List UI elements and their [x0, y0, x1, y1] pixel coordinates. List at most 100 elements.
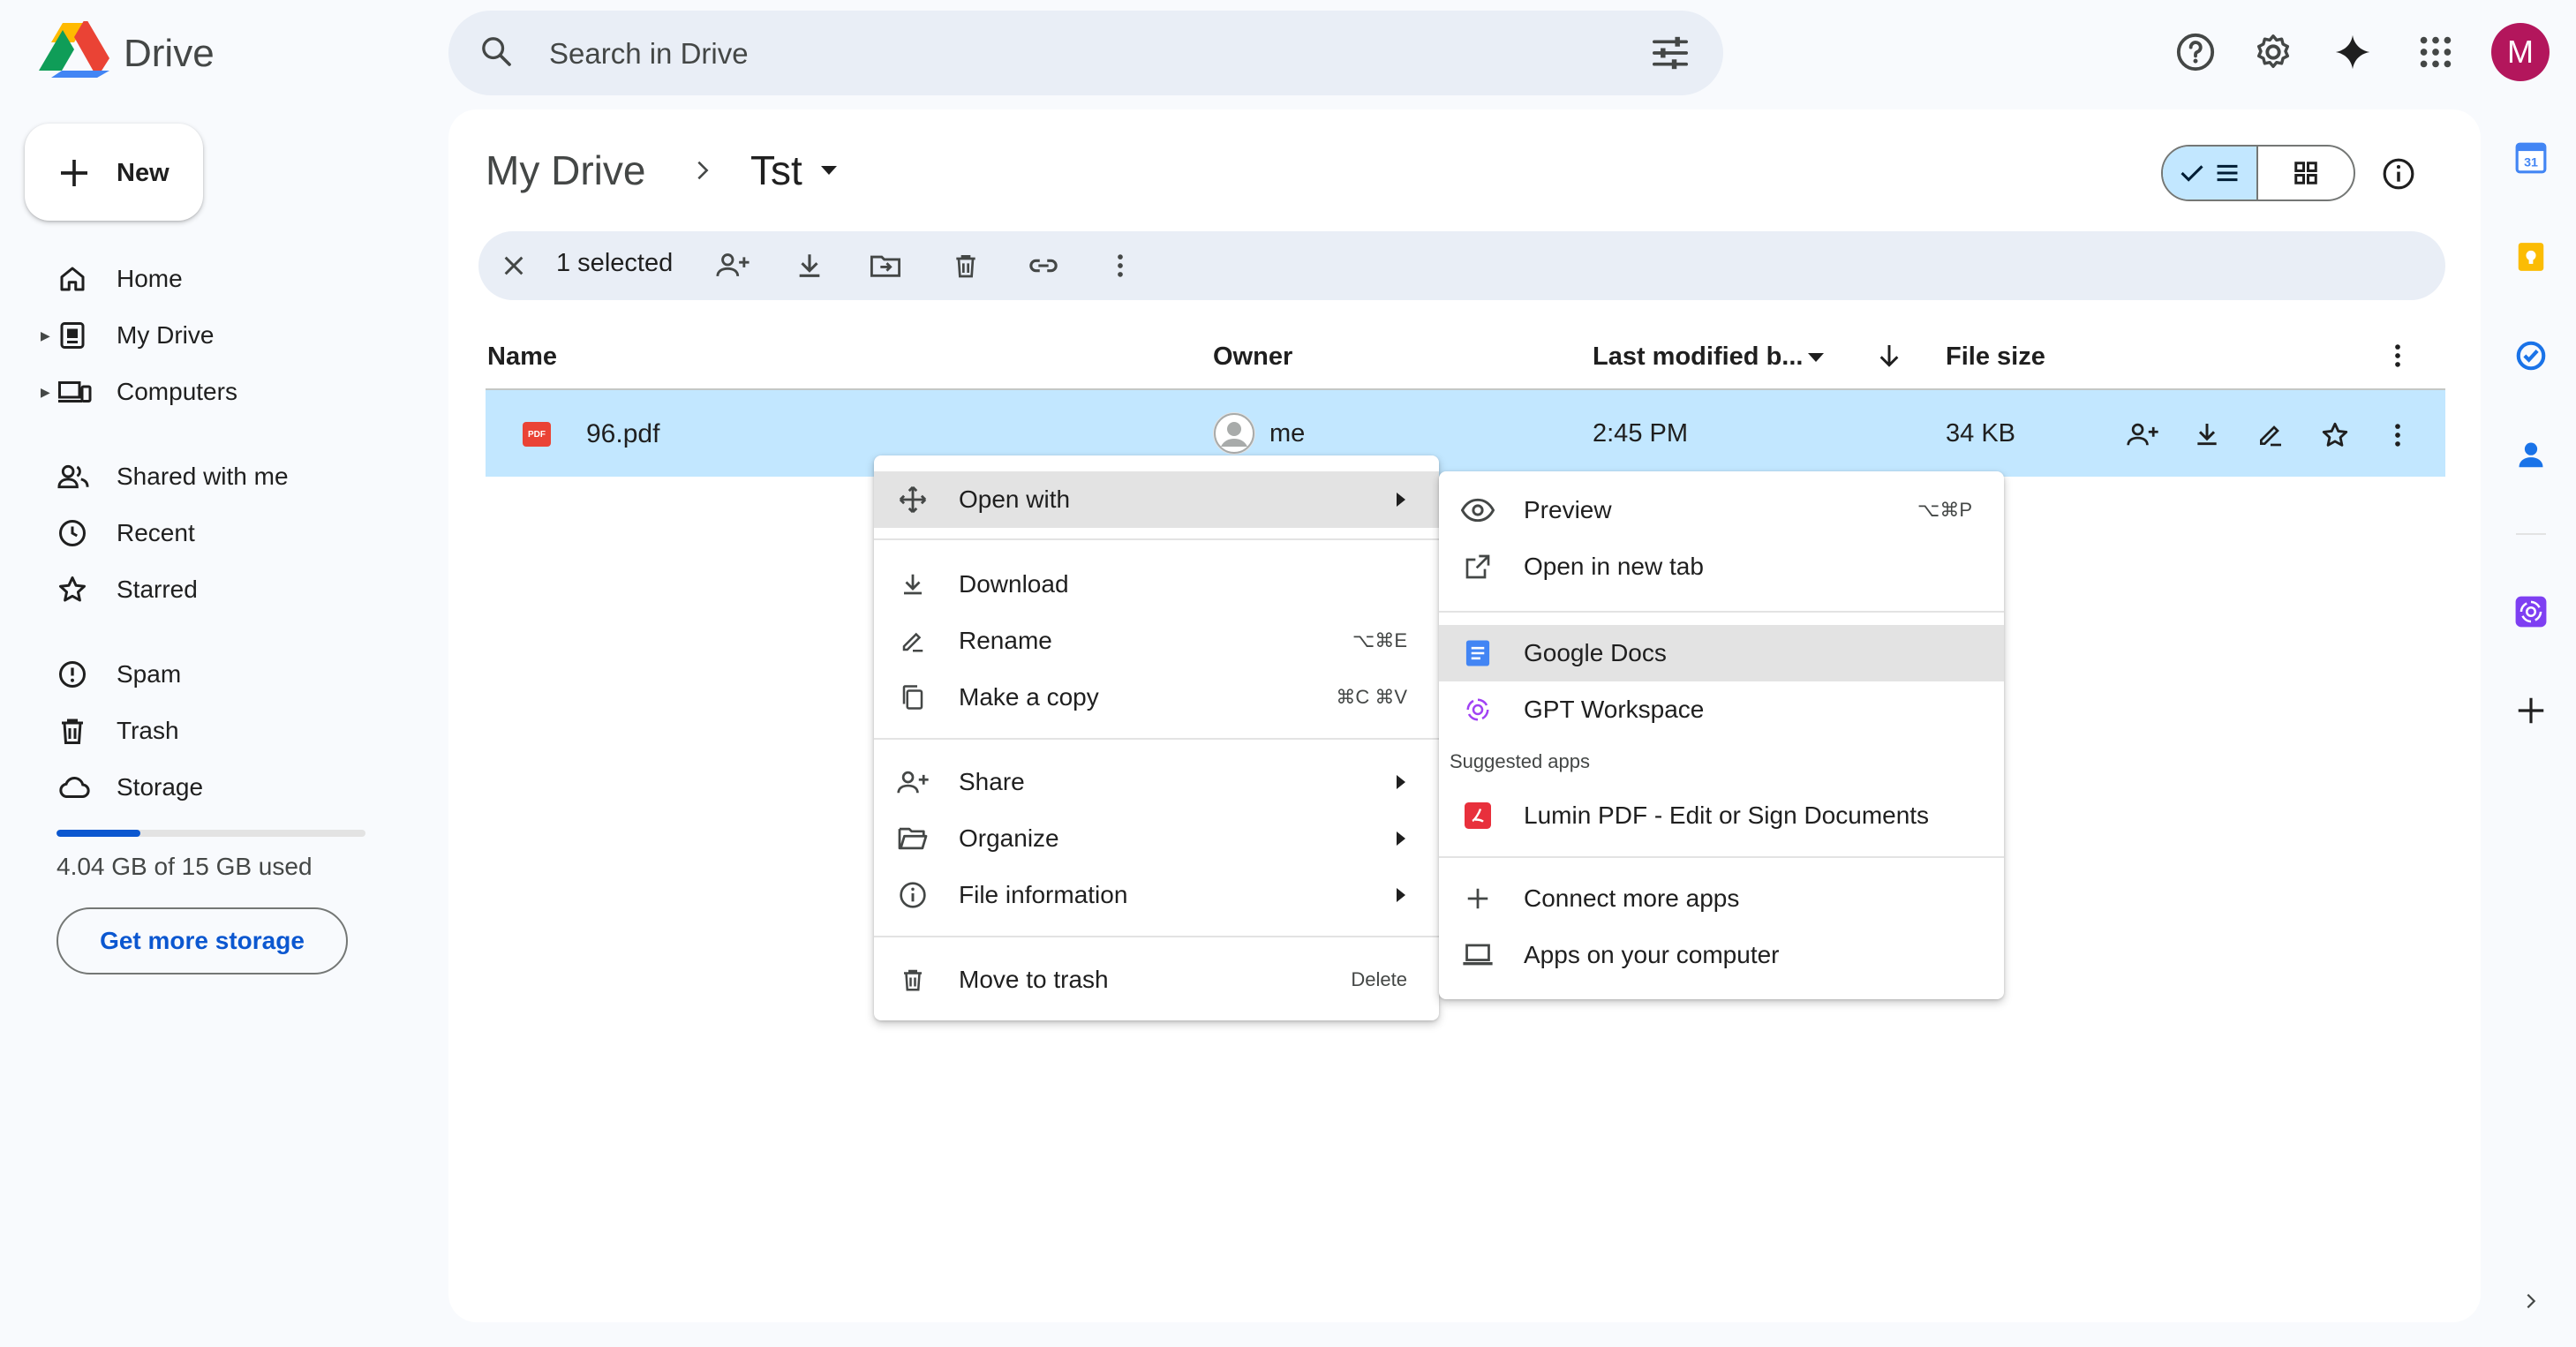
sidebar-item-my-drive[interactable]: ▶ My Drive	[26, 309, 415, 362]
menu-item-rename[interactable]: Rename ⌥⌘E	[874, 613, 1439, 669]
submenu-arrow-icon	[1397, 775, 1405, 789]
menu-item-organize[interactable]: Organize	[874, 810, 1439, 867]
sidebar-item-recent[interactable]: Recent	[26, 507, 415, 560]
gpt-workspace-icon	[1460, 692, 1495, 727]
help-icon[interactable]	[2175, 32, 2216, 72]
menu-item-label: Open in new tab	[1524, 553, 1704, 580]
list-icon	[2217, 164, 2238, 182]
share-person-icon[interactable]	[2126, 420, 2159, 448]
menu-item-label: Organize	[959, 824, 1059, 852]
apps-grid-icon[interactable]	[2415, 32, 2456, 72]
menu-item-open-new-tab[interactable]: Open in new tab	[1439, 538, 2004, 595]
menu-item-label: Preview	[1524, 496, 1612, 523]
menu-item-file-information[interactable]: File information	[874, 867, 1439, 923]
selection-toolbar	[478, 231, 2445, 300]
sort-arrow-down-icon[interactable]	[1875, 341, 1903, 371]
search-input[interactable]: Search in Drive	[549, 37, 749, 71]
gemini-icon[interactable]	[2334, 32, 2371, 72]
menu-divider	[1439, 611, 2004, 613]
menu-item-label: Move to trash	[959, 966, 1109, 993]
trash-icon[interactable]	[952, 251, 980, 281]
download-icon[interactable]	[2193, 420, 2221, 448]
menu-item-share[interactable]: Share	[874, 754, 1439, 810]
menu-item-preview[interactable]: Preview ⌥⌘P	[1439, 482, 2004, 538]
clear-selection-icon[interactable]	[500, 252, 528, 280]
gpt-addon-icon[interactable]	[2514, 595, 2548, 628]
tasks-icon[interactable]	[2514, 339, 2548, 372]
menu-item-label: Share	[959, 768, 1025, 795]
link-icon[interactable]	[1026, 251, 1061, 281]
info-icon[interactable]	[2382, 157, 2415, 191]
search-icon[interactable]	[478, 34, 514, 69]
shortcut-hint: Delete	[1351, 968, 1407, 990]
new-button[interactable]	[25, 124, 203, 221]
open-external-icon	[1460, 549, 1495, 584]
sidebar-item-starred[interactable]: Starred	[26, 563, 415, 616]
menu-divider	[1439, 856, 2004, 858]
sidebar-item-label: Starred	[117, 576, 198, 603]
storage-bar	[56, 830, 365, 837]
new-button-label: New	[117, 159, 169, 187]
calendar-icon[interactable]: 31	[2514, 141, 2548, 175]
sidebar-item-shared-with-me[interactable]: Shared with me	[26, 450, 415, 503]
plus-icon	[1460, 881, 1495, 916]
sidebar-item-spam[interactable]: Spam	[26, 648, 415, 701]
context-menu: Open with Download Rename ⌥⌘E Make a cop…	[874, 455, 1439, 1020]
menu-item-label: Lumin PDF - Edit or Sign Documents	[1524, 801, 1930, 829]
shortcut-hint: ⌥⌘E	[1352, 629, 1407, 651]
folder-open-icon	[895, 821, 930, 856]
search-options-icon[interactable]	[1651, 35, 1690, 71]
submenu-arrow-icon	[1397, 493, 1405, 507]
move-icon[interactable]	[869, 251, 902, 281]
contacts-icon[interactable]	[2514, 438, 2548, 471]
file-modified: 2:45 PM	[1593, 419, 1688, 448]
drive-logo[interactable]	[39, 21, 109, 83]
menu-item-open-with[interactable]: Open with	[874, 471, 1439, 528]
keep-icon[interactable]	[2514, 240, 2548, 274]
account-avatar[interactable]: M	[2491, 23, 2550, 81]
menu-item-make-copy[interactable]: Make a copy ⌘C ⌘V	[874, 669, 1439, 726]
column-header-modified[interactable]: Last modified b...	[1593, 342, 1803, 372]
submenu-arrow-icon	[1397, 888, 1405, 902]
column-header-owner[interactable]: Owner	[1213, 342, 1292, 372]
home-icon	[56, 263, 88, 295]
star-icon[interactable]	[2320, 420, 2350, 450]
dropdown-arrow-icon[interactable]	[1806, 351, 1826, 364]
menu-item-lumin-pdf[interactable]: Lumin PDF - Edit or Sign Documents	[1439, 787, 2004, 844]
menu-item-download[interactable]: Download	[874, 556, 1439, 613]
menu-item-apps-on-computer[interactable]: Apps on your computer	[1439, 927, 2004, 983]
dropdown-arrow-icon[interactable]	[819, 164, 839, 177]
menu-item-connect-more-apps[interactable]: Connect more apps	[1439, 870, 2004, 927]
download-icon[interactable]	[795, 251, 825, 281]
column-header-name[interactable]: Name	[487, 342, 557, 372]
add-addon-icon[interactable]	[2514, 694, 2548, 727]
expand-caret-icon[interactable]: ▶	[41, 328, 50, 343]
menu-item-label: Google Docs	[1524, 639, 1667, 666]
expand-caret-icon[interactable]: ▶	[41, 385, 50, 400]
sidebar-item-computers[interactable]: ▶ Computers	[26, 365, 415, 418]
menu-item-move-to-trash[interactable]: Move to trash Delete	[874, 952, 1439, 1008]
cloud-icon	[56, 771, 92, 803]
list-view-button[interactable]	[2163, 147, 2259, 199]
sidebar-item-home[interactable]: Home	[26, 252, 415, 305]
rename-pencil-icon[interactable]	[2256, 420, 2285, 448]
more-vert-icon[interactable]	[2387, 341, 2408, 371]
view-toggle[interactable]	[2161, 145, 2355, 201]
breadcrumb-my-drive[interactable]: My Drive	[486, 147, 645, 194]
sidebar-item-storage[interactable]: Storage	[26, 761, 415, 814]
breadcrumb-current-folder[interactable]: Tst	[750, 147, 802, 194]
menu-item-google-docs[interactable]: Google Docs	[1439, 625, 2004, 681]
get-more-storage-button[interactable]: Get more storage	[56, 907, 348, 975]
share-person-icon[interactable]	[715, 251, 750, 279]
menu-item-gpt-workspace[interactable]: GPT Workspace	[1439, 681, 2004, 738]
file-name[interactable]: 96.pdf	[586, 419, 659, 449]
column-header-size[interactable]: File size	[1946, 342, 2045, 372]
sidebar-item-trash[interactable]: Trash	[26, 704, 415, 757]
more-vert-icon[interactable]	[1109, 251, 1132, 281]
settings-icon[interactable]	[2253, 32, 2294, 72]
menu-item-label: GPT Workspace	[1524, 696, 1705, 723]
expand-side-panel-icon[interactable]	[2521, 1289, 2541, 1313]
grid-view-button[interactable]	[2258, 147, 2354, 199]
more-vert-icon[interactable]	[2387, 420, 2408, 450]
owner-avatar	[1213, 412, 1255, 455]
